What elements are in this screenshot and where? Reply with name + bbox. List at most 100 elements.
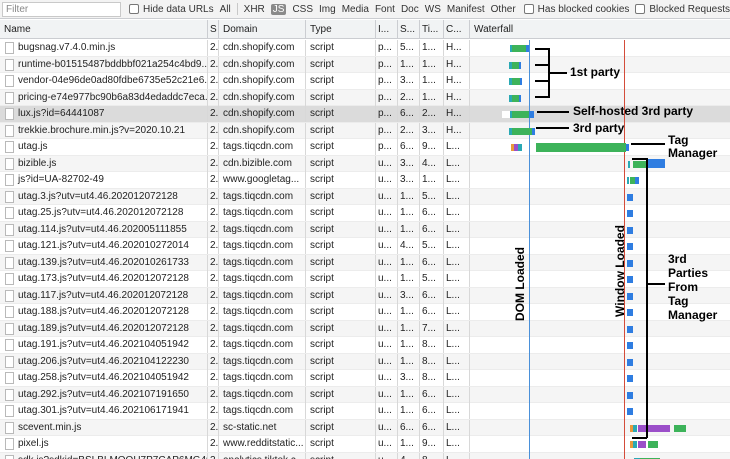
- row-status: 2.: [208, 221, 219, 238]
- waterfall-bar-segment: [627, 309, 633, 316]
- row-status: 2.: [208, 73, 219, 89]
- waterfall-bar-segment: [532, 127, 535, 135]
- row-priority: L...: [444, 238, 470, 254]
- waterfall-bar-segment: [627, 325, 633, 333]
- row-priority: H...: [444, 106, 470, 122]
- column-header-type[interactable]: Type: [306, 20, 376, 39]
- waterfall-bar-segment: [512, 45, 526, 52]
- checkbox-icon[interactable]: [635, 4, 646, 14]
- row-name: utag.173.js?utv=ut4.46.202012072128: [0, 271, 208, 287]
- row-initiator: u...: [376, 353, 398, 370]
- row-status: 2.: [208, 89, 219, 106]
- type-filter-js[interactable]: JS: [270, 3, 287, 15]
- row-domain: tags.tiqcdn.com: [219, 403, 306, 419]
- row-initiator: p...: [376, 122, 398, 139]
- waterfall-bar-segment: [526, 45, 529, 52]
- hide-data-urls-checkbox[interactable]: Hide data URLs: [129, 4, 214, 15]
- row-status: 2.: [208, 370, 219, 386]
- row-time: 1...: [420, 40, 444, 56]
- type-filter-font[interactable]: Font: [375, 4, 395, 15]
- row-priority: L...: [444, 452, 470, 459]
- column-header-time[interactable]: Ti...: [420, 20, 444, 39]
- waterfall-bar-segment: [635, 177, 639, 184]
- row-domain: www.googletag...: [219, 172, 306, 188]
- waterfall-bar-segment: [512, 94, 519, 102]
- row-size: 4...: [398, 452, 420, 459]
- row-status: 2.: [208, 238, 219, 254]
- type-filter-ws[interactable]: WS: [425, 4, 441, 15]
- column-header-waterfall[interactable]: Waterfall: [470, 20, 730, 39]
- blocked-requests-checkbox[interactable]: Blocked Requests: [635, 4, 730, 15]
- row-type: script: [306, 172, 376, 188]
- row-size: 3...: [398, 370, 420, 386]
- row-size: 1...: [398, 403, 420, 419]
- row-type: script: [306, 320, 376, 337]
- waterfall-bar-segment: [648, 441, 658, 448]
- row-initiator: u...: [376, 419, 398, 436]
- row-status: 2.: [208, 337, 219, 353]
- type-filter-all[interactable]: All: [220, 4, 231, 15]
- row-status: 2.: [208, 403, 219, 419]
- row-domain: tags.tiqcdn.com: [219, 205, 306, 221]
- row-initiator: p...: [376, 139, 398, 155]
- row-type: script: [306, 271, 376, 287]
- annotation-tag-manager: Tag Manager: [668, 133, 718, 160]
- row-size: 5...: [398, 40, 420, 56]
- waterfall-bar-segment: [627, 193, 633, 201]
- row-initiator: u...: [376, 172, 398, 188]
- column-header-size[interactable]: S...: [398, 20, 420, 39]
- row-type: script: [306, 353, 376, 370]
- row-type: script: [306, 221, 376, 238]
- row-priority: H...: [444, 89, 470, 106]
- row-size: 1...: [398, 304, 420, 320]
- waterfall-bar-segment: [627, 408, 633, 415]
- annotation-self-hosted: Self-hosted 3rd party: [573, 104, 694, 118]
- type-filter-manifest[interactable]: Manifest: [447, 4, 485, 15]
- row-priority: L...: [444, 436, 470, 452]
- row-name: js?id=UA-82702-49: [0, 172, 208, 188]
- type-filter-doc[interactable]: Doc: [401, 4, 419, 15]
- type-filter-img[interactable]: Img: [319, 4, 336, 15]
- row-initiator: u...: [376, 320, 398, 337]
- has-blocked-cookies-checkbox[interactable]: Has blocked cookies: [523, 4, 629, 15]
- bracket-line: [632, 437, 647, 439]
- waterfall-bar-segment: [627, 210, 633, 217]
- row-type: script: [306, 89, 376, 106]
- type-filter-css[interactable]: CSS: [292, 4, 313, 15]
- row-status: 2.: [208, 205, 219, 221]
- waterfall-bar-segment: [627, 391, 633, 399]
- checkbox-icon[interactable]: [523, 4, 534, 14]
- row-type: script: [306, 188, 376, 205]
- row-time: 8...: [420, 353, 444, 370]
- type-filter-other[interactable]: Other: [491, 4, 516, 15]
- column-header-priority[interactable]: C...: [444, 20, 470, 39]
- row-time: 1...: [420, 56, 444, 73]
- waterfall-bar-segment: [502, 111, 510, 118]
- row-name: utag.js: [0, 139, 208, 155]
- row-type: script: [306, 139, 376, 155]
- row-size: 2...: [398, 122, 420, 139]
- row-size: 1...: [398, 386, 420, 403]
- row-name: lux.js?id=64441087: [0, 106, 208, 122]
- row-domain: analytics.tiktok.c...: [219, 452, 306, 459]
- row-domain: tags.tiqcdn.com: [219, 386, 306, 403]
- waterfall-bar-segment: [627, 292, 633, 300]
- column-header-domain[interactable]: Domain: [219, 20, 306, 39]
- row-priority: L...: [444, 254, 470, 271]
- column-header-name[interactable]: Name: [0, 20, 208, 39]
- type-filter-xhr[interactable]: XHR: [244, 4, 265, 15]
- row-initiator: u...: [376, 188, 398, 205]
- row-status: 2.: [208, 452, 219, 459]
- annotation-third-party: 3rd party: [573, 121, 625, 135]
- row-priority: L...: [444, 304, 470, 320]
- checkbox-icon[interactable]: [129, 4, 140, 14]
- column-header-initiator[interactable]: I...: [376, 20, 398, 39]
- row-initiator: u...: [376, 205, 398, 221]
- row-size: 1...: [398, 436, 420, 452]
- filter-input[interactable]: Filter: [2, 1, 122, 17]
- bracket-line: [535, 48, 549, 50]
- type-filter-media[interactable]: Media: [342, 4, 369, 15]
- column-header-status[interactable]: S: [208, 20, 219, 39]
- row-status: 2.: [208, 172, 219, 188]
- row-size: 1...: [398, 353, 420, 370]
